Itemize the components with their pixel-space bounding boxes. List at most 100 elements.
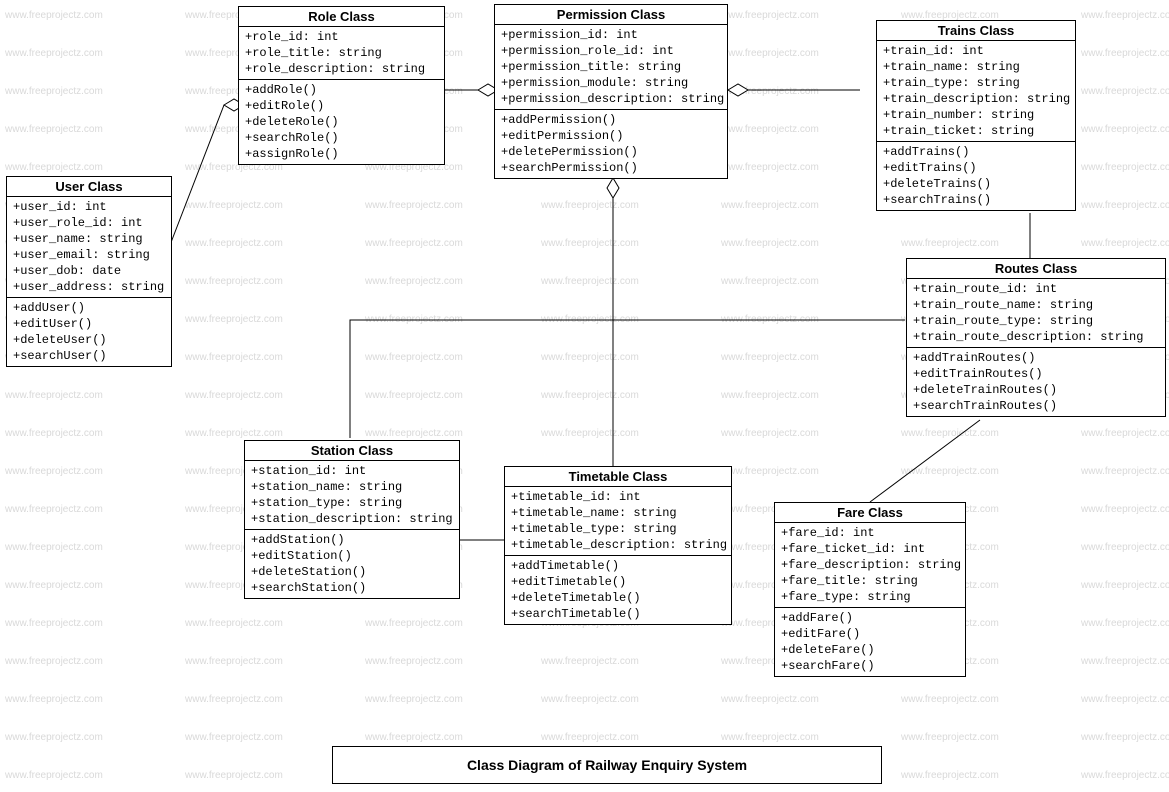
class-ops: +addRole()+editRole()+deleteRole()+searc… [239, 80, 444, 164]
watermark: www.freeprojectz.com [5, 770, 103, 781]
watermark: www.freeprojectz.com [1081, 48, 1169, 59]
class-attrs: +user_id: int+user_role_id: int+user_nam… [7, 197, 171, 298]
watermark: www.freeprojectz.com [185, 770, 283, 781]
watermark: www.freeprojectz.com [185, 200, 283, 211]
watermark: www.freeprojectz.com [541, 732, 639, 743]
watermark: www.freeprojectz.com [721, 238, 819, 249]
watermark: www.freeprojectz.com [365, 390, 463, 401]
watermark: www.freeprojectz.com [541, 352, 639, 363]
watermark: www.freeprojectz.com [185, 618, 283, 629]
watermark: www.freeprojectz.com [541, 200, 639, 211]
watermark: www.freeprojectz.com [721, 732, 819, 743]
diagram-title-label: Class Diagram of Railway Enquiry System [467, 757, 747, 773]
watermark: www.freeprojectz.com [1081, 694, 1169, 705]
watermark: www.freeprojectz.com [1081, 770, 1169, 781]
watermark: www.freeprojectz.com [541, 238, 639, 249]
watermark: www.freeprojectz.com [1081, 466, 1169, 477]
watermark: www.freeprojectz.com [721, 124, 819, 135]
watermark: www.freeprojectz.com [541, 390, 639, 401]
watermark: www.freeprojectz.com [1081, 428, 1169, 439]
watermark: www.freeprojectz.com [1081, 618, 1169, 629]
watermark: www.freeprojectz.com [1081, 542, 1169, 553]
watermark: www.freeprojectz.com [901, 732, 999, 743]
watermark: www.freeprojectz.com [721, 10, 819, 21]
watermark: www.freeprojectz.com [365, 200, 463, 211]
watermark: www.freeprojectz.com [185, 656, 283, 667]
class-timetable: Timetable Class +timetable_id: int+timet… [504, 466, 732, 625]
watermark: www.freeprojectz.com [5, 162, 103, 173]
watermark: www.freeprojectz.com [365, 656, 463, 667]
watermark: www.freeprojectz.com [541, 276, 639, 287]
class-title: User Class [7, 177, 171, 197]
watermark: www.freeprojectz.com [185, 238, 283, 249]
watermark: www.freeprojectz.com [5, 466, 103, 477]
class-attrs: +timetable_id: int+timetable_name: strin… [505, 487, 731, 556]
watermark: www.freeprojectz.com [721, 694, 819, 705]
watermark: www.freeprojectz.com [721, 276, 819, 287]
class-routes: Routes Class +train_route_id: int+train_… [906, 258, 1166, 417]
diagram-title: Class Diagram of Railway Enquiry System [332, 746, 882, 784]
watermark: www.freeprojectz.com [901, 770, 999, 781]
watermark: www.freeprojectz.com [1081, 504, 1169, 515]
class-title: Trains Class [877, 21, 1075, 41]
class-user: User Class +user_id: int+user_role_id: i… [6, 176, 172, 367]
class-title: Timetable Class [505, 467, 731, 487]
watermark: www.freeprojectz.com [5, 694, 103, 705]
class-ops: +addTimetable()+editTimetable()+deleteTi… [505, 556, 731, 624]
watermark: www.freeprojectz.com [5, 48, 103, 59]
watermark: www.freeprojectz.com [5, 542, 103, 553]
watermark: www.freeprojectz.com [365, 314, 463, 325]
watermark: www.freeprojectz.com [365, 428, 463, 439]
watermark: www.freeprojectz.com [1081, 86, 1169, 97]
watermark: www.freeprojectz.com [5, 10, 103, 21]
watermark: www.freeprojectz.com [1081, 656, 1169, 667]
class-ops: +addStation()+editStation()+deleteStatio… [245, 530, 459, 598]
class-station: Station Class +station_id: int+station_n… [244, 440, 460, 599]
watermark: www.freeprojectz.com [541, 428, 639, 439]
class-attrs: +train_id: int+train_name: string+train_… [877, 41, 1075, 142]
watermark: www.freeprojectz.com [1081, 162, 1169, 173]
watermark: www.freeprojectz.com [541, 314, 639, 325]
watermark: www.freeprojectz.com [365, 276, 463, 287]
watermark: www.freeprojectz.com [721, 314, 819, 325]
class-attrs: +train_route_id: int+train_route_name: s… [907, 279, 1165, 348]
watermark: www.freeprojectz.com [185, 428, 283, 439]
class-title: Station Class [245, 441, 459, 461]
watermark: www.freeprojectz.com [1081, 580, 1169, 591]
class-role: Role Class +role_id: int+role_title: str… [238, 6, 445, 165]
class-trains: Trains Class +train_id: int+train_name: … [876, 20, 1076, 211]
watermark: www.freeprojectz.com [1081, 10, 1169, 21]
watermark: www.freeprojectz.com [721, 162, 819, 173]
class-title: Fare Class [775, 503, 965, 523]
watermark: www.freeprojectz.com [365, 352, 463, 363]
watermark: www.freeprojectz.com [365, 732, 463, 743]
watermark: www.freeprojectz.com [185, 694, 283, 705]
watermark: www.freeprojectz.com [721, 428, 819, 439]
watermark: www.freeprojectz.com [721, 390, 819, 401]
watermark: www.freeprojectz.com [1081, 124, 1169, 135]
watermark: www.freeprojectz.com [5, 580, 103, 591]
watermark: www.freeprojectz.com [5, 504, 103, 515]
watermark: www.freeprojectz.com [5, 656, 103, 667]
watermark: www.freeprojectz.com [1081, 732, 1169, 743]
watermark: www.freeprojectz.com [901, 466, 999, 477]
watermark: www.freeprojectz.com [185, 732, 283, 743]
class-attrs: +station_id: int+station_name: string+st… [245, 461, 459, 530]
watermark: www.freeprojectz.com [541, 656, 639, 667]
class-ops: +addUser()+editUser()+deleteUser()+searc… [7, 298, 171, 366]
watermark: www.freeprojectz.com [5, 86, 103, 97]
watermark: www.freeprojectz.com [721, 466, 819, 477]
watermark: www.freeprojectz.com [901, 694, 999, 705]
class-ops: +addFare()+editFare()+deleteFare()+searc… [775, 608, 965, 676]
class-attrs: +role_id: int+role_title: string+role_de… [239, 27, 444, 80]
class-attrs: +fare_id: int+fare_ticket_id: int+fare_d… [775, 523, 965, 608]
watermark: www.freeprojectz.com [185, 314, 283, 325]
watermark: www.freeprojectz.com [365, 618, 463, 629]
watermark: www.freeprojectz.com [721, 48, 819, 59]
diagram-canvas: www.freeprojectz.com www.freeprojectz.com… [0, 0, 1169, 792]
watermark: www.freeprojectz.com [5, 618, 103, 629]
watermark: www.freeprojectz.com [1081, 200, 1169, 211]
watermark: www.freeprojectz.com [901, 428, 999, 439]
watermark: www.freeprojectz.com [721, 86, 819, 97]
watermark: www.freeprojectz.com [5, 390, 103, 401]
